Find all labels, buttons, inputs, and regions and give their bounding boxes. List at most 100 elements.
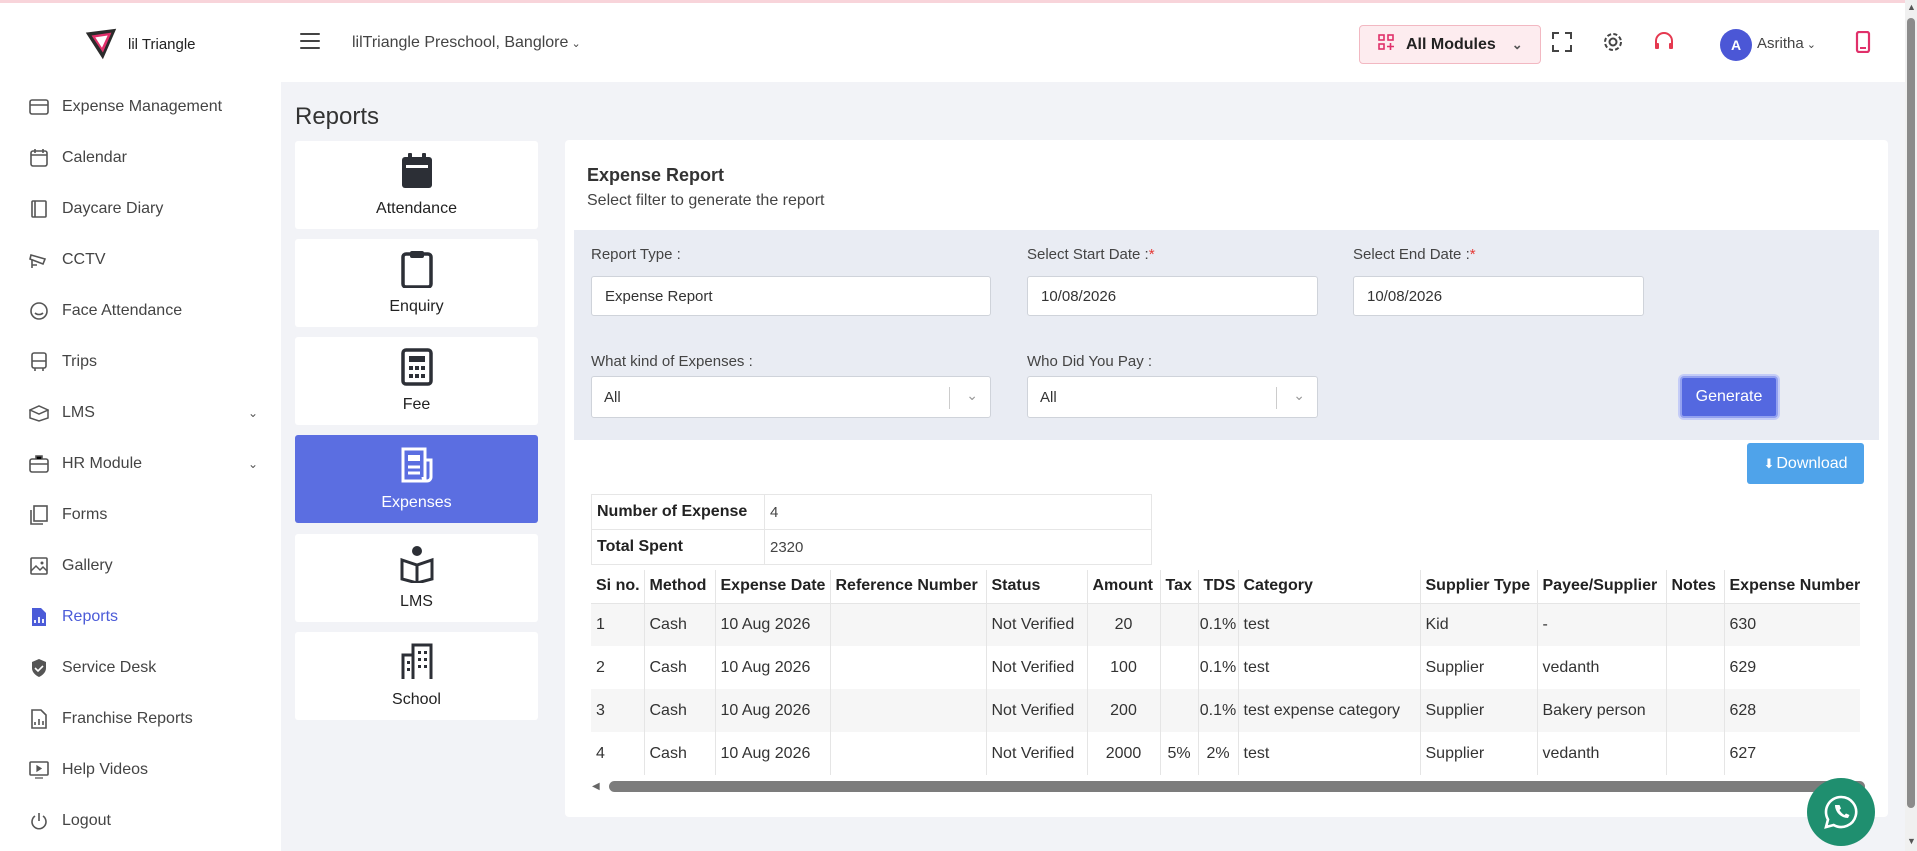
calendar-icon [28,147,50,169]
cell-reference [830,732,987,775]
sidebar-item-lms[interactable]: LMS ⌄ [28,398,258,428]
summary-total-label: Total Spent [591,529,765,565]
cell-expense-date: 10 Aug 2026 [715,603,831,646]
cell-supplier-type: Supplier [1420,732,1538,775]
category-label: Enquiry [389,298,444,315]
cell-si-no: 4 [591,732,645,775]
cctv-icon [28,249,50,271]
sidebar-item-hr-module[interactable]: HR Module ⌄ [28,449,258,479]
scroll-up-arrow-icon[interactable]: ▲ [1907,2,1916,12]
vertical-scroll-thumb[interactable] [1907,18,1915,808]
cell-expense-number: 629 [1729,658,1757,676]
sidebar-item-calendar[interactable]: Calendar [28,143,258,173]
wallet-icon [28,96,50,118]
cell-method: Cash [644,603,716,646]
gallery-icon [28,555,50,577]
avatar[interactable]: A [1720,29,1752,61]
download-button[interactable]: ⬇ Download [1747,443,1864,484]
cell-notes [1666,646,1725,689]
cell-status: Not Verified [986,732,1088,775]
sidebar-item-daycare-diary[interactable]: Daycare Diary [28,194,258,224]
sidebar-item-label: Franchise Reports [62,710,193,727]
cell-tax: 5% [1160,732,1199,775]
report-type-field[interactable]: Expense Report [591,276,991,316]
summary-count-label: Number of Expense [591,494,765,530]
scroll-down-arrow-icon[interactable]: ▼ [1907,836,1916,846]
category-expenses[interactable]: Expenses [295,435,538,523]
menu-toggle-button[interactable] [300,33,320,51]
sidebar-item-label: Expense Management [62,98,223,115]
column-header: Expense Number [1724,570,1861,604]
sidebar-item-reports[interactable]: Reports [28,602,258,632]
start-date-field[interactable]: 10/08/2026 [1027,276,1318,316]
sidebar-item-label: Trips [62,353,97,370]
expense-kind-select[interactable]: All ⌄ [591,376,991,418]
cell-si-no: 3 [591,689,645,732]
calculator-icon [400,348,433,386]
summary-row: Number of Expense 4 [591,494,1152,530]
payee-select[interactable]: All ⌄ [1027,376,1318,418]
user-menu[interactable]: Asritha ⌄ [1757,35,1816,52]
column-header: TDS [1198,570,1239,604]
cell-category: test [1238,603,1421,646]
building-icon [401,643,432,679]
cell-supplier-type: Supplier [1420,689,1538,732]
cell-notes [1666,689,1725,732]
category-label: Expenses [381,494,452,511]
category-lms[interactable]: LMS [295,534,538,622]
sidebar-item-expense-management[interactable]: Expense Management [28,92,258,122]
table-row[interactable]: 3 Cash 10 Aug 2026 Not Verified 200 0.1%… [591,689,1861,732]
sidebar-item-logout[interactable]: Logout [28,806,258,836]
column-header: Status [986,570,1088,604]
category-school[interactable]: School [295,632,538,720]
sidebar-item-trips[interactable]: Trips [28,347,258,377]
sidebar-item-label: Help Videos [62,761,148,778]
cell-amount: 200 [1087,689,1161,732]
gear-icon[interactable] [1600,29,1626,55]
sidebar-item-franchise-reports[interactable]: Franchise Reports [28,704,258,734]
cell-tds: 0.1% [1198,603,1239,646]
mobile-icon[interactable] [1850,29,1876,55]
fullscreen-icon[interactable] [1549,29,1575,55]
end-date-field[interactable]: 10/08/2026 [1353,276,1644,316]
chevron-down-icon: ⌄ [1803,39,1816,51]
sidebar-item-gallery[interactable]: Gallery [28,551,258,581]
download-label: Download [1776,454,1848,472]
username: Asritha [1757,35,1804,52]
table-row[interactable]: 2 Cash 10 Aug 2026 Not Verified 100 0.1%… [591,646,1860,689]
sidebar-item-label: Reports [62,608,119,625]
cell-method: Cash [644,732,716,775]
vertical-scrollbar[interactable]: ▲ ▼ [1905,0,1917,851]
cell-amount: 100 [1087,646,1161,689]
sidebar-item-cctv[interactable]: CCTV [28,245,258,275]
category-attendance[interactable]: Attendance [295,141,538,229]
cell-category: test [1238,732,1421,775]
report-subtitle: Select filter to generate the report [587,192,825,209]
whatsapp-chat-button[interactable] [1807,778,1875,846]
summary-table: Number of Expense 4 Total Spent 2320 [591,494,1152,565]
cell-status: Not Verified [986,689,1088,732]
generate-button[interactable]: Generate [1680,376,1778,418]
all-modules-button[interactable]: All Modules ⌄ [1359,25,1541,64]
briefcase-icon [28,453,50,475]
cell-reference [830,603,987,646]
column-header: Tax [1160,570,1199,604]
category-enquiry[interactable]: Enquiry [295,239,538,327]
table-row[interactable]: 1 Cash 10 Aug 2026 Not Verified 20 0.1% … [591,603,1861,646]
headset-icon[interactable] [1651,29,1677,55]
table-row[interactable]: 4 Cash 10 Aug 2026 Not Verified 2000 5% … [591,732,1860,775]
payee-value: All [1040,388,1057,406]
sidebar-item-help-videos[interactable]: Help Videos [28,755,258,785]
sidebar-item-face-attendance[interactable]: Face Attendance [28,296,258,326]
sidebar-item-forms[interactable]: Forms [28,500,258,530]
logo[interactable]: lil Triangle [82,25,196,63]
sidebar-item-service-desk[interactable]: Service Desk [28,653,258,683]
school-selector[interactable]: lilTriangle Preschool, Banglore ⌄ [352,34,581,52]
cell-payee: vedanth [1537,646,1667,689]
scroll-left-arrow-icon[interactable]: ◀ [592,781,600,792]
cell-expense-date: 10 Aug 2026 [715,646,831,689]
category-fee[interactable]: Fee [295,337,538,425]
horizontal-scroll-thumb[interactable] [609,781,1865,792]
column-header: Amount [1087,570,1161,604]
report-panel: Expense Report Select filter to generate… [565,140,1888,817]
